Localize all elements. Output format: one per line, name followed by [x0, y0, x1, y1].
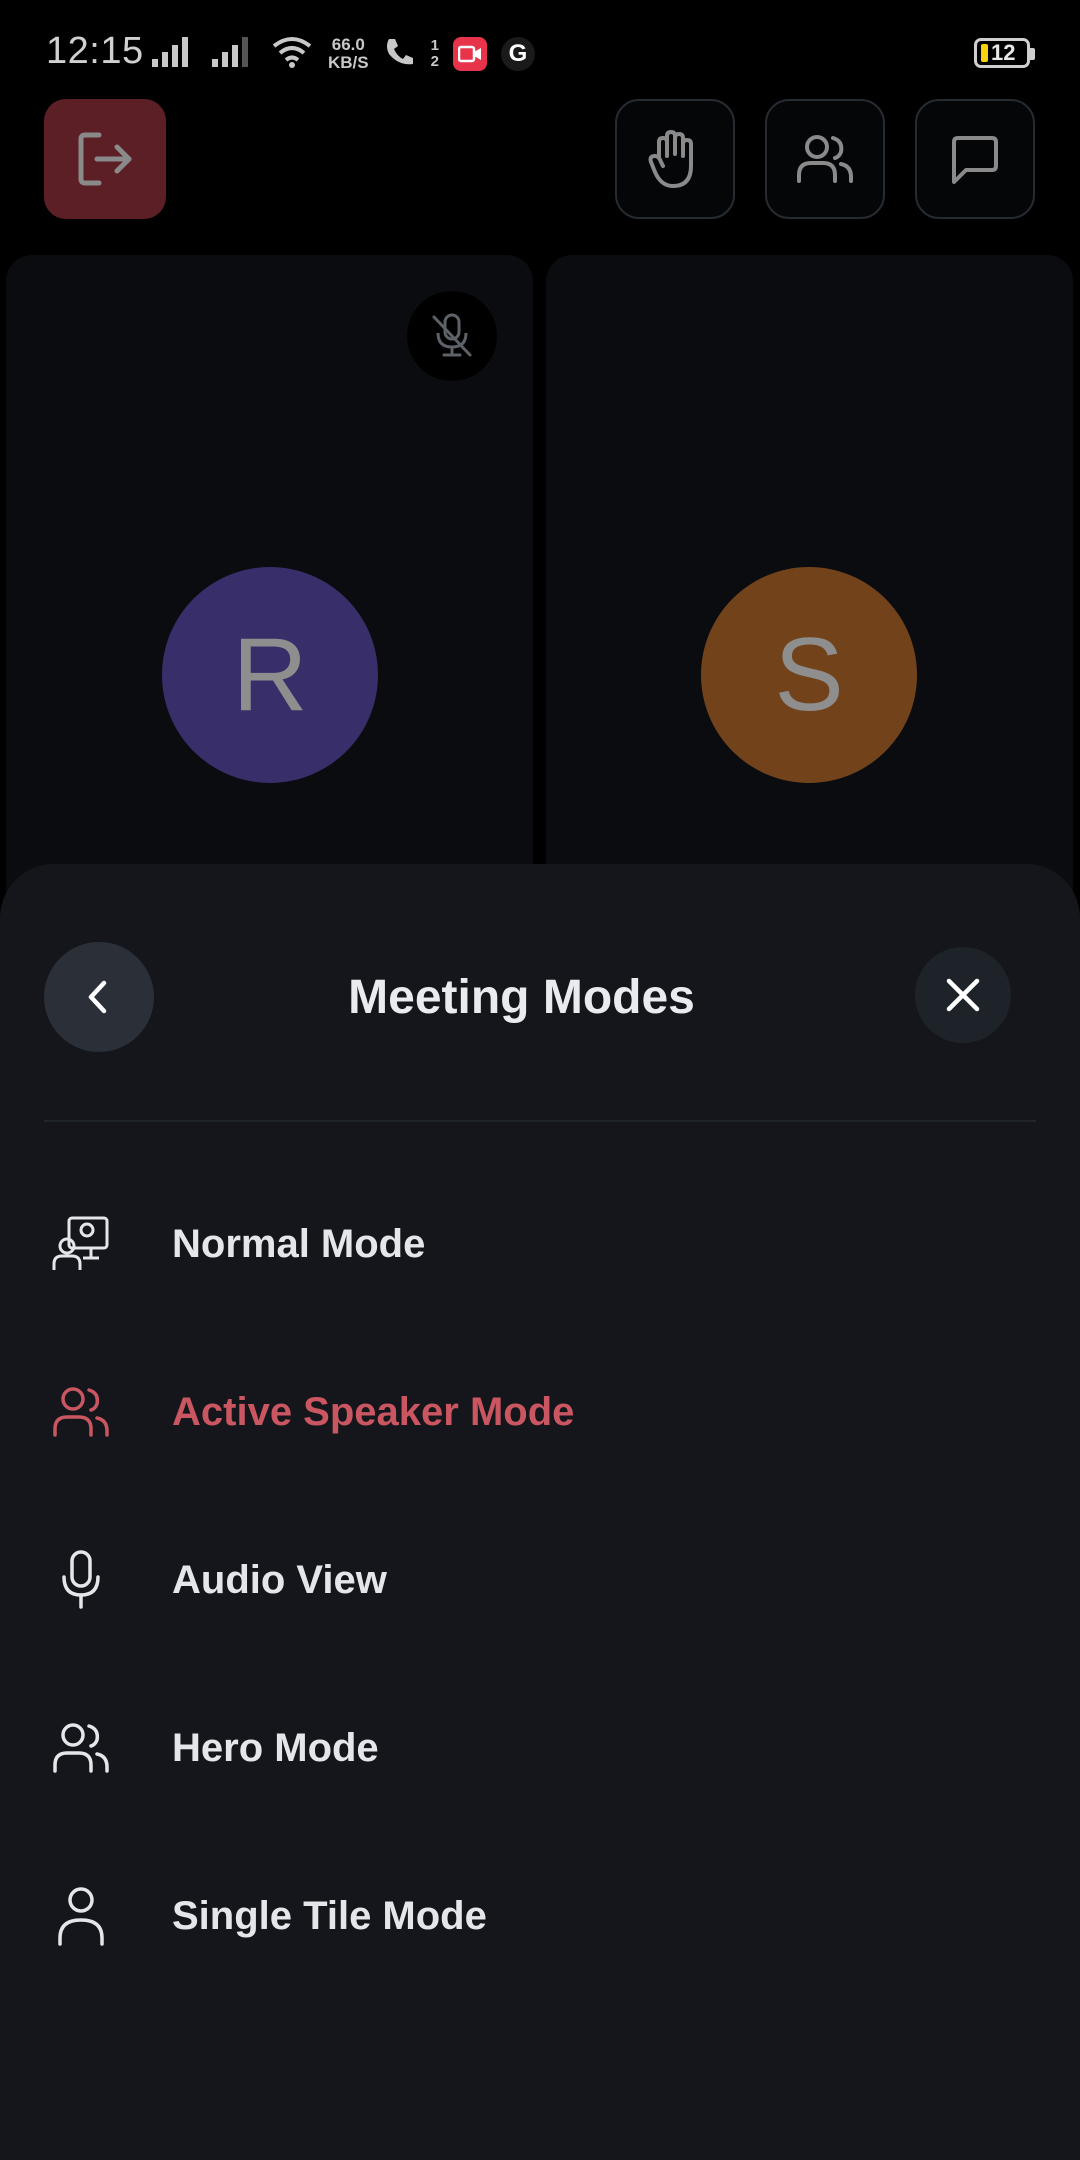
status-bar: 12:15 66.0 KB/S 1 2 G 12	[0, 0, 1080, 110]
signal-icon-2	[210, 35, 256, 74]
avatar-initial: R	[232, 616, 308, 733]
wifi-icon	[270, 34, 314, 75]
sheet-title: Meeting Modes	[348, 971, 695, 1024]
app-root: 12:15 66.0 KB/S 1 2 G 12 R S Meeting Mod…	[0, 0, 1080, 2160]
screen-record-icon	[452, 37, 487, 71]
google-icon: G	[500, 37, 535, 71]
close-button[interactable]	[915, 947, 1011, 1043]
mode-item-audio-view[interactable]: Audio View	[0, 1520, 1080, 1640]
participants-button[interactable]	[765, 99, 885, 219]
mode-label: Hero Mode	[172, 1725, 379, 1770]
network-speed-unit: KB/S	[328, 53, 369, 72]
divider	[44, 1120, 1036, 1122]
network-speed-value: 66.0	[331, 35, 365, 54]
mode-item-single-tile[interactable]: Single Tile Mode	[0, 1856, 1080, 1976]
person-icon	[50, 1885, 112, 1947]
leave-meeting-button[interactable]	[44, 99, 166, 219]
people-icon	[797, 135, 853, 183]
sim-slot-2: 2	[430, 53, 439, 70]
meeting-modes-sheet: Meeting Modes Normal Mode Active Speaker…	[0, 864, 1080, 2160]
close-icon	[946, 978, 980, 1012]
chat-button[interactable]	[915, 99, 1035, 219]
status-time: 12:15	[46, 30, 144, 72]
battery-level: 12	[991, 40, 1016, 65]
mode-item-hero[interactable]: Hero Mode	[0, 1688, 1080, 1808]
avatar-initial: S	[774, 616, 844, 733]
raise-hand-button[interactable]	[615, 99, 735, 219]
mode-label: Single Tile Mode	[172, 1893, 487, 1938]
people-icon	[50, 1381, 112, 1443]
status-icons: 66.0 KB/S 1 2 G	[150, 32, 535, 76]
mode-label: Active Speaker Mode	[172, 1389, 575, 1434]
avatar: R	[162, 567, 378, 783]
microphone-icon	[50, 1549, 112, 1611]
leave-icon	[78, 132, 132, 186]
hand-icon	[648, 130, 693, 188]
chat-icon	[952, 136, 998, 184]
wifi-call-icon	[383, 35, 417, 74]
mode-item-active-speaker[interactable]: Active Speaker Mode	[0, 1352, 1080, 1472]
sim-slots: 1 2	[431, 38, 439, 70]
mode-item-normal[interactable]: Normal Mode	[0, 1184, 1080, 1304]
sim-slot-1: 1	[430, 37, 439, 54]
battery-icon: 12	[974, 38, 1035, 68]
avatar: S	[701, 567, 917, 783]
mode-label: Audio View	[172, 1557, 387, 1602]
signal-icon	[150, 35, 196, 74]
screen-share-person-icon	[50, 1213, 112, 1275]
mic-muted-icon	[407, 291, 497, 381]
people-icon	[50, 1717, 112, 1779]
mode-label: Normal Mode	[172, 1221, 426, 1266]
participant-tile-2[interactable]: S	[546, 255, 1073, 915]
battery-fill	[981, 44, 988, 62]
network-speed: 66.0 KB/S	[328, 36, 369, 72]
